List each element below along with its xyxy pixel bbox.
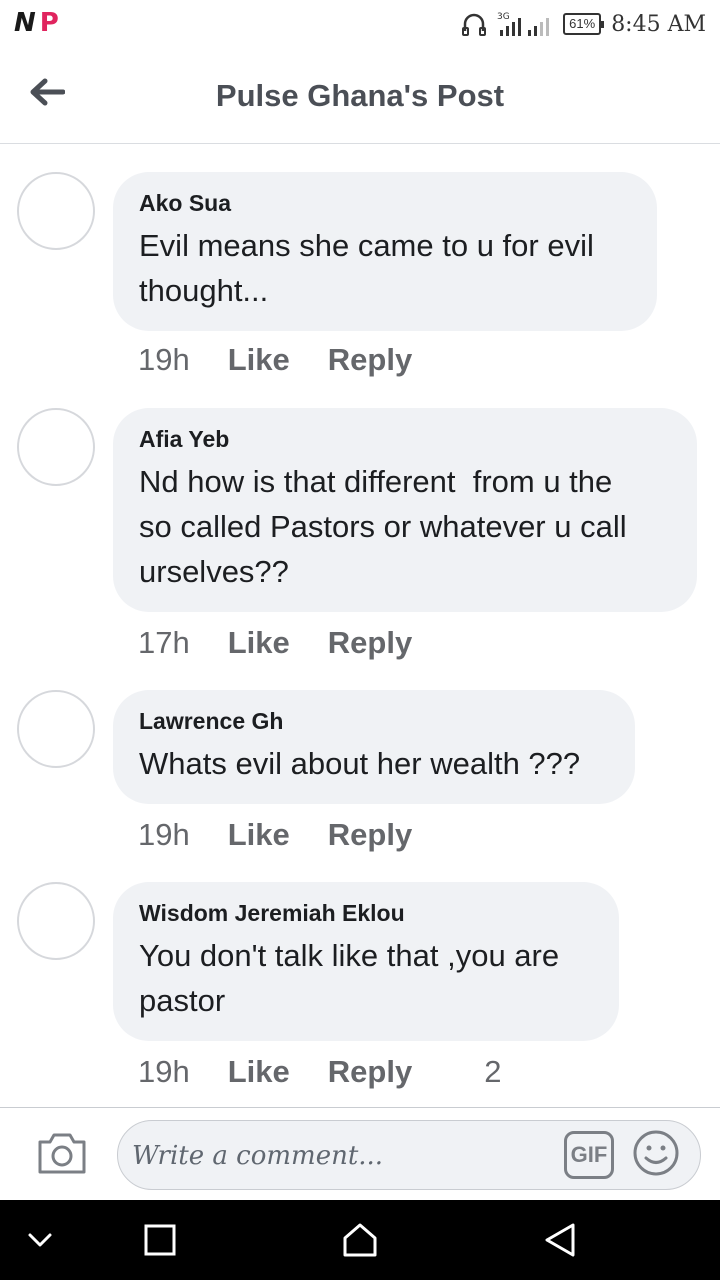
avatar[interactable]	[17, 882, 95, 960]
comment-bubble[interactable]: Afia Yeb Nd how is that different from u…	[113, 408, 697, 612]
comment-timestamp: 19h	[138, 342, 190, 377]
camera-button[interactable]	[36, 1130, 88, 1176]
home-icon	[343, 1223, 377, 1257]
comment-composer: GIF	[0, 1107, 720, 1200]
avatar[interactable]	[17, 690, 95, 768]
comment-timestamp: 19h	[138, 817, 190, 852]
comment-text: Evil means she came to u for evil though…	[139, 228, 594, 308]
comment-actions: 17h Like Reply	[138, 623, 412, 663]
battery-indicator: 61%	[563, 13, 605, 35]
comment-timestamp: 19h	[138, 1054, 190, 1089]
like-button[interactable]: Like	[228, 625, 290, 661]
comment-actions: 19h Like Reply 2	[138, 1052, 501, 1092]
signal-icon: 3G	[497, 12, 550, 36]
comment-actions: 19h Like Reply	[138, 815, 412, 855]
home-button[interactable]	[334, 1214, 386, 1266]
comment-author[interactable]: Ako Sua	[139, 190, 631, 217]
status-time: 8:45 AM	[611, 11, 706, 37]
recents-square-icon	[144, 1224, 176, 1256]
chevron-down-icon	[28, 1233, 52, 1247]
p-app-icon: P	[39, 8, 59, 38]
comment-text: You don't talk like that ,you are pastor	[139, 938, 560, 1018]
app-header: Pulse Ghana's Post	[0, 48, 720, 144]
camera-icon	[38, 1133, 86, 1174]
emoji-button[interactable]	[632, 1129, 680, 1177]
comment-text: Whats evil about her wealth ???	[139, 746, 581, 781]
comment-bubble[interactable]: Lawrence Gh Whats evil about her wealth …	[113, 690, 635, 804]
gif-button[interactable]: GIF	[564, 1131, 614, 1179]
avatar[interactable]	[17, 408, 95, 486]
comment-author[interactable]: Lawrence Gh	[139, 708, 609, 735]
comment-input-container[interactable]: GIF	[117, 1120, 701, 1190]
system-nav-bar	[0, 1200, 720, 1280]
comment-author[interactable]: Afia Yeb	[139, 426, 671, 453]
comment-input[interactable]	[132, 1133, 552, 1179]
avatar[interactable]	[17, 172, 95, 250]
comment-author[interactable]: Wisdom Jeremiah Eklou	[139, 900, 593, 927]
n-app-icon: N	[14, 8, 36, 38]
comment-timestamp: 17h	[138, 625, 190, 660]
reply-button[interactable]: Reply	[328, 342, 412, 378]
hide-nav-button[interactable]	[14, 1214, 66, 1266]
like-button[interactable]: Like	[228, 1054, 290, 1090]
back-triangle-icon	[545, 1223, 575, 1257]
headphones-icon	[462, 13, 487, 36]
page-title: Pulse Ghana's Post	[215, 78, 505, 113]
system-back-button[interactable]	[534, 1214, 586, 1266]
smiley-icon	[633, 1130, 679, 1176]
like-button[interactable]: Like	[228, 342, 290, 378]
status-bar: N P 3G 61% 8:45 AM	[0, 0, 720, 48]
reply-count[interactable]: 2	[484, 1054, 501, 1090]
reply-button[interactable]: Reply	[328, 817, 412, 853]
recents-button[interactable]	[134, 1214, 186, 1266]
comment-bubble[interactable]: Wisdom Jeremiah Eklou You don't talk lik…	[113, 882, 619, 1041]
reply-button[interactable]: Reply	[328, 625, 412, 661]
status-indicators: 3G 61% 8:45 AM	[461, 10, 706, 38]
status-notification-icons: N P	[14, 8, 59, 38]
reply-button[interactable]: Reply	[328, 1054, 412, 1090]
like-button[interactable]: Like	[228, 817, 290, 853]
comment-text: Nd how is that different from u the so c…	[139, 464, 627, 589]
comment-bubble[interactable]: Ako Sua Evil means she came to u for evi…	[113, 172, 657, 331]
comment-list[interactable]: Ako Sua Evil means she came to u for evi…	[0, 145, 720, 1107]
comment-actions: 19h Like Reply	[138, 340, 412, 380]
network-type-label: 3G	[497, 12, 510, 22]
